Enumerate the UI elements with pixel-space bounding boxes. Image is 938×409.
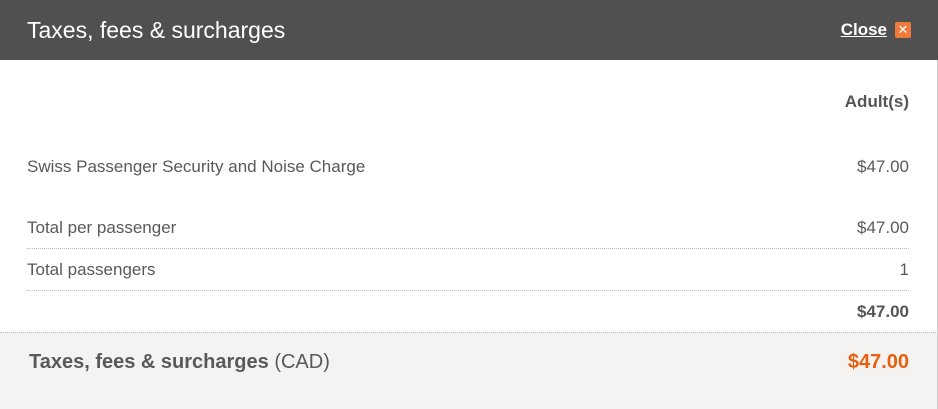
grand-total-amount: $47.00 [847,351,909,373]
total-per-passenger-label: Total per passenger [27,218,177,237]
subtotal-row: $47.00 [27,301,909,323]
total-per-passenger-row: Total per passenger $47.00 [27,217,909,239]
grand-total-label: Taxes, fees & surcharges (CAD) [29,351,330,374]
charge-row: Swiss Passenger Security and Noise Charg… [27,156,909,178]
close-icon[interactable]: ✕ [895,22,911,38]
close-button[interactable]: Close ✕ [841,20,911,40]
total-passengers-row: Total passengers 1 [27,259,909,281]
close-label[interactable]: Close [841,20,887,40]
column-header-adults: Adult(s) [844,92,909,111]
charge-label: Swiss Passenger Security and Noise Charg… [27,157,366,176]
total-per-passenger-value: $47.00 [857,218,909,237]
charge-value: $47.00 [857,157,909,176]
subtotal-value: $47.00 [857,302,909,321]
total-passengers-label: Total passengers [27,260,156,279]
grand-total-footer: Taxes, fees & surcharges (CAD) $47.00 [0,332,938,409]
dialog-header: Taxes, fees & surcharges Close ✕ [0,0,938,60]
total-passengers-value: 1 [899,260,909,279]
dialog-title: Taxes, fees & surcharges [27,17,286,43]
currency-label: (CAD) [274,351,330,373]
taxes-fees-dialog: Taxes, fees & surcharges Close ✕ Adult(s… [0,0,938,409]
row-divider [27,248,909,249]
grand-total-label-text: Taxes, fees & surcharges [29,351,269,373]
row-divider [27,290,909,291]
